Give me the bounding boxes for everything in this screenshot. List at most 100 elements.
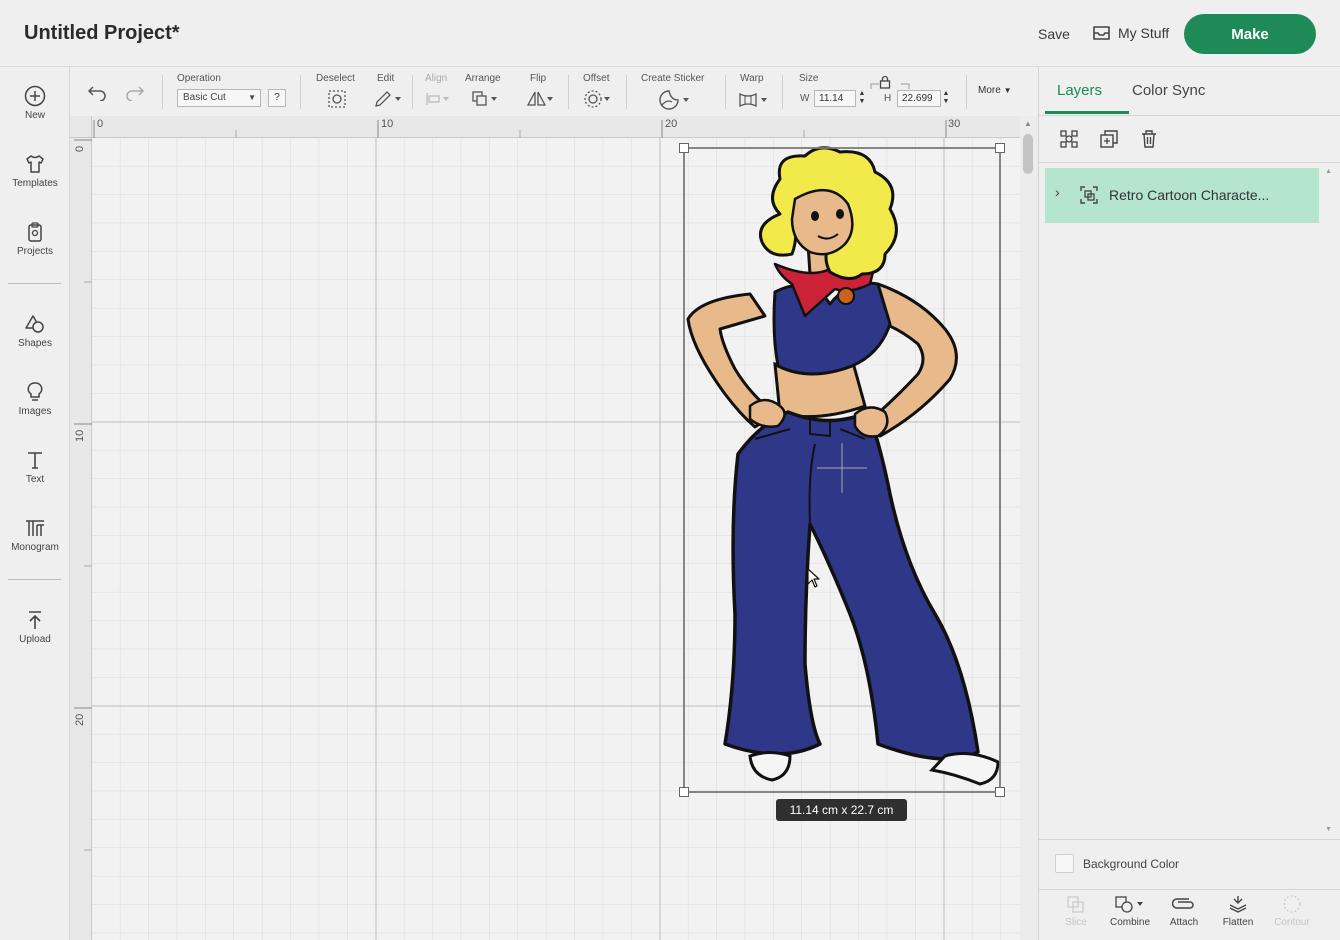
sticker-icon[interactable] xyxy=(658,89,692,111)
toolbar-divider xyxy=(782,75,783,109)
toolbar-divider xyxy=(966,75,967,109)
operation-help-button[interactable]: ? xyxy=(268,89,286,107)
attach-button[interactable]: Attach xyxy=(1157,894,1211,928)
upload-icon xyxy=(29,611,41,629)
background-color-toggle[interactable]: Background Color xyxy=(1055,854,1179,873)
offset-label: Offset xyxy=(583,73,610,84)
sidebar-item-label: Images xyxy=(18,406,52,417)
resize-handle-top-right[interactable] xyxy=(995,143,1005,153)
combine-button[interactable]: Combine xyxy=(1103,894,1157,928)
create-sticker-label: Create Sticker xyxy=(641,73,705,84)
sidebar-item-label: Monogram xyxy=(11,542,59,553)
canvas-vertical-scrollbar[interactable]: ▲ xyxy=(1020,116,1038,940)
scroll-up-icon[interactable]: ▲ xyxy=(1325,168,1332,175)
sidebar-item-templates[interactable]: Templates xyxy=(0,153,70,189)
resize-handle-bottom-right[interactable] xyxy=(995,787,1005,797)
sidebar-item-images[interactable]: Images xyxy=(0,381,70,417)
flatten-icon xyxy=(1229,896,1247,913)
sidebar-item-projects[interactable]: Projects xyxy=(0,221,70,257)
pencil-icon[interactable] xyxy=(374,90,404,108)
scroll-thumb[interactable] xyxy=(1023,134,1033,174)
redo-icon[interactable] xyxy=(125,85,145,101)
caret-down-icon: ▼ xyxy=(1003,86,1012,95)
undo-icon[interactable] xyxy=(87,85,107,101)
height-prefix: H xyxy=(884,93,892,104)
trash-icon[interactable] xyxy=(1139,129,1159,149)
sidebar-item-monogram[interactable]: Monogram xyxy=(0,517,70,553)
height-stepper[interactable]: ▲ ▼ xyxy=(941,90,951,107)
size-label: Size xyxy=(799,73,819,84)
sidebar-item-label: Projects xyxy=(16,246,54,257)
layers-scrollbar[interactable]: ▲ ▼ xyxy=(1321,168,1337,838)
slice-button[interactable]: Slice xyxy=(1049,894,1103,928)
resize-handle-top-left[interactable] xyxy=(679,143,689,153)
slice-label: Slice xyxy=(1065,917,1087,928)
flip-icon[interactable] xyxy=(526,90,556,108)
my-stuff-button[interactable]: My Stuff xyxy=(1092,24,1169,41)
sidebar-item-label: Text xyxy=(25,474,45,485)
tshirt-icon xyxy=(26,155,44,173)
ruler-top: 0 10 20 30 xyxy=(70,116,1020,138)
contour-button[interactable]: Contour xyxy=(1265,894,1319,928)
make-button[interactable]: Make xyxy=(1184,14,1316,54)
panel-divider xyxy=(1039,839,1340,840)
scroll-up-icon[interactable]: ▲ xyxy=(1024,119,1032,128)
toolbar-divider xyxy=(162,75,163,109)
tab-layers[interactable]: Layers xyxy=(1057,82,1102,99)
scroll-down-icon[interactable]: ▼ xyxy=(1325,826,1332,833)
shapes-icon xyxy=(25,315,44,333)
sidebar-item-label: New xyxy=(24,110,45,121)
sidebar-item-shapes[interactable]: Shapes xyxy=(0,313,70,349)
operation-value: Basic Cut xyxy=(183,92,226,103)
chevron-right-icon[interactable]: › xyxy=(1055,184,1060,200)
toolbar-divider xyxy=(626,75,627,109)
layers-panel: Layers Color Sync › Retro Cartoon Charac… xyxy=(1038,67,1340,940)
background-color-checkbox[interactable] xyxy=(1055,854,1074,873)
project-title: Untitled Project* xyxy=(24,22,180,44)
more-button[interactable]: More ▼ xyxy=(978,85,1012,96)
width-prefix: W xyxy=(800,93,810,104)
sidebar-item-new[interactable]: New xyxy=(0,85,70,121)
align-label: Align xyxy=(425,73,448,84)
my-stuff-label: My Stuff xyxy=(1118,24,1170,41)
sidebar-item-text[interactable]: Text xyxy=(0,449,70,485)
layer-actions-bar: Slice Combine Attach Flatten Contour xyxy=(1039,889,1340,940)
sidebar-divider xyxy=(8,283,61,284)
group-layer-icon xyxy=(1080,186,1098,204)
ruler-left-ticks xyxy=(74,139,92,851)
warp-icon[interactable] xyxy=(738,91,770,109)
toolbar-divider xyxy=(568,75,569,109)
group-icon[interactable] xyxy=(1059,129,1079,149)
text-t-icon xyxy=(28,452,42,469)
slice-icon xyxy=(1067,896,1084,913)
duplicate-icon[interactable] xyxy=(1099,129,1119,149)
ruler-left-label: 10 xyxy=(74,429,86,442)
ruler-top-label: 0 xyxy=(97,118,104,130)
save-button[interactable]: Save xyxy=(1038,26,1070,42)
warp-label: Warp xyxy=(740,73,764,84)
height-input[interactable]: 22.699 xyxy=(897,90,941,107)
ruler-top-ticks xyxy=(93,120,947,138)
ruler-left-label: 20 xyxy=(74,713,86,726)
clipboard-icon xyxy=(28,222,42,242)
resize-handle-bottom-left[interactable] xyxy=(679,787,689,797)
width-stepper[interactable]: ▲ ▼ xyxy=(857,90,867,107)
plus-circle-icon xyxy=(24,85,46,107)
arrange-icon[interactable] xyxy=(471,90,501,108)
flatten-button[interactable]: Flatten xyxy=(1211,894,1265,928)
sidebar-item-label: Templates xyxy=(12,178,58,189)
deselect-icon[interactable] xyxy=(327,89,347,109)
operation-select[interactable]: Basic Cut ▼ xyxy=(177,89,261,107)
width-input[interactable]: 11.14 xyxy=(814,90,856,107)
sidebar-item-upload[interactable]: Upload xyxy=(0,609,70,645)
contour-label: Contour xyxy=(1274,917,1310,928)
ruler-top-label: 10 xyxy=(381,118,394,130)
layer-name: Retro Cartoon Characte... xyxy=(1109,187,1270,203)
background-color-label: Background Color xyxy=(1083,856,1180,871)
tab-color-sync[interactable]: Color Sync xyxy=(1132,82,1205,99)
more-label: More xyxy=(978,85,1001,96)
offset-icon[interactable] xyxy=(583,89,613,109)
contour-icon xyxy=(1283,895,1301,913)
layer-item[interactable]: › Retro Cartoon Characte... xyxy=(1045,168,1319,223)
active-tab-indicator xyxy=(1045,111,1129,114)
